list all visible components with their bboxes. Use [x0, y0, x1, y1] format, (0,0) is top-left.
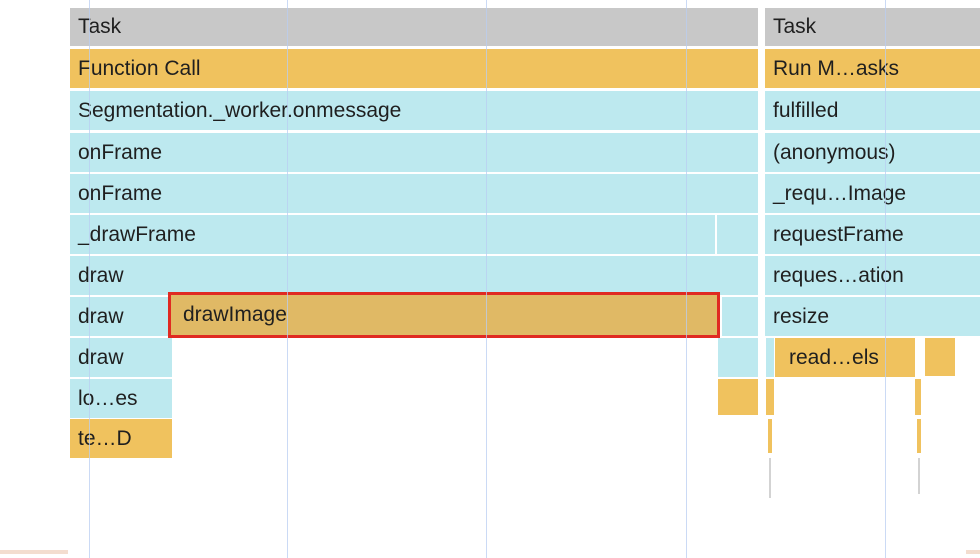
frame-sliver[interactable]: [915, 379, 921, 415]
frame-label: te…D: [78, 427, 132, 450]
scrollbar-thumb-left[interactable]: [0, 550, 68, 554]
frame-label: draw: [78, 346, 124, 369]
frame-label: draw: [78, 305, 124, 328]
frame-label: onFrame: [78, 182, 163, 205]
frame-onframe-1[interactable]: onFrame: [70, 133, 758, 172]
frame-label: lo…es: [78, 387, 138, 410]
frame-sliver[interactable]: [717, 215, 758, 254]
time-gridline: [486, 0, 487, 558]
frame-fulfilled[interactable]: fulfilled: [765, 91, 980, 130]
frame-drawframe[interactable]: _drawFrame: [70, 215, 715, 254]
frame-ted[interactable]: te…D: [70, 419, 172, 458]
frame-label: (anonymous): [773, 141, 896, 164]
time-gridline: [885, 0, 886, 558]
task-bar-right[interactable]: Task: [765, 8, 980, 46]
frame-label: fulfilled: [773, 99, 839, 122]
frame-anonymous[interactable]: (anonymous): [765, 133, 980, 172]
frame-label: onFrame: [78, 141, 163, 164]
frame-onmessage[interactable]: Segmentation._worker.onmessage: [70, 91, 758, 130]
frame-sliver[interactable]: [925, 338, 955, 376]
frame-draw-tail[interactable]: [722, 297, 758, 336]
selected-label: drawImage: [183, 303, 287, 326]
frame-loes[interactable]: lo…es: [70, 379, 172, 418]
scrollbar-thumb-right[interactable]: [966, 550, 980, 554]
time-gridline: [686, 0, 687, 558]
frame-onframe-2[interactable]: onFrame: [70, 174, 758, 213]
frame-sliver[interactable]: [769, 458, 771, 498]
frame-request-image[interactable]: _requ…Image: [765, 174, 980, 213]
frame-label: Segmentation._worker.onmessage: [78, 99, 402, 122]
frame-sliver[interactable]: [718, 338, 758, 377]
frame-sliver[interactable]: [766, 379, 774, 415]
frame-sliver[interactable]: [918, 458, 920, 494]
frame-label: draw: [78, 264, 124, 287]
frame-label: _requ…Image: [773, 182, 907, 205]
horizontal-scrollbar[interactable]: [0, 546, 980, 558]
frame-requestframe[interactable]: requestFrame: [765, 215, 980, 254]
frame-label: Run M…asks: [773, 57, 900, 80]
frame-draw-2[interactable]: draw: [70, 297, 168, 336]
flame-chart: Task Function Call Segmentation._worker.…: [0, 0, 980, 558]
frame-sliver[interactable]: [766, 338, 774, 377]
frame-label: resize: [773, 305, 830, 328]
task-bar-left[interactable]: Task: [70, 8, 758, 46]
frame-read-pixels[interactable]: read…els: [775, 338, 915, 377]
frame-sliver[interactable]: [718, 379, 758, 415]
frame-draw-3[interactable]: draw: [70, 338, 172, 377]
frame-label: _drawFrame: [78, 223, 196, 246]
frame-request-animation[interactable]: reques…ation: [765, 256, 980, 295]
frame-resize[interactable]: resize: [765, 297, 980, 336]
frame-run-microtasks[interactable]: Run M…asks: [765, 49, 980, 88]
time-gridline: [287, 0, 288, 558]
frame-sliver[interactable]: [917, 419, 921, 453]
task-label: Task: [773, 15, 817, 38]
drawimage-selected-bar[interactable]: drawImage: [168, 292, 720, 338]
task-label: Task: [78, 15, 122, 38]
frame-label: read…els: [789, 346, 879, 369]
function-call-bar[interactable]: Function Call: [70, 49, 758, 88]
time-gridline: [89, 0, 90, 558]
frame-draw-1[interactable]: draw: [70, 256, 758, 295]
function-call-label: Function Call: [78, 57, 201, 80]
frame-sliver[interactable]: [768, 419, 772, 453]
